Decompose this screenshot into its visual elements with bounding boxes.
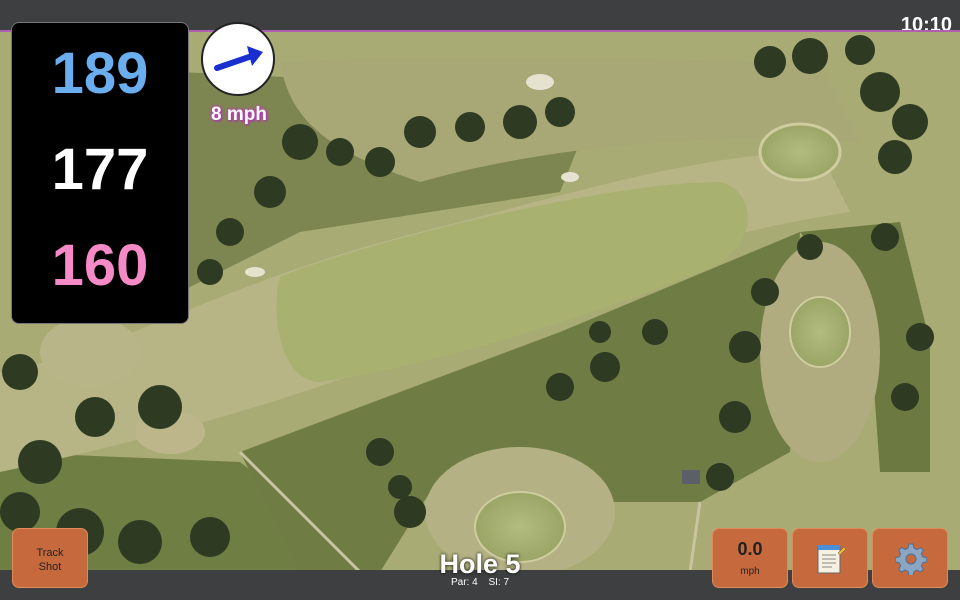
speed-value: 0.0 — [737, 539, 763, 559]
hole-title: Hole 5 — [439, 549, 521, 579]
wind-speed: 8 mph — [211, 104, 267, 125]
notes-button[interactable] — [792, 528, 868, 588]
middle-distance: 177 — [51, 137, 149, 202]
settings-button[interactable] — [872, 528, 948, 588]
par: Par: 4 — [450, 577, 478, 588]
track-shot-label-1: Track — [36, 547, 64, 559]
front-distance: 160 — [51, 233, 149, 298]
track-shot-label-2: Shot — [38, 561, 62, 573]
distance-panel: 189 177 160 — [11, 22, 189, 324]
track-shot-button[interactable]: Track Shot — [12, 528, 88, 588]
stroke-index: SI: 7 — [488, 577, 510, 588]
speed-unit: mph — [740, 566, 760, 577]
notepad-icon — [817, 545, 846, 574]
speed-button[interactable]: 0.0 mph — [712, 528, 788, 588]
gear-icon — [895, 543, 927, 575]
wind-arrow-icon — [214, 46, 263, 71]
wind-indicator — [201, 22, 275, 96]
back-distance: 189 — [51, 41, 149, 106]
hole-meta: Par: 4 SI: 7 — [380, 577, 580, 588]
